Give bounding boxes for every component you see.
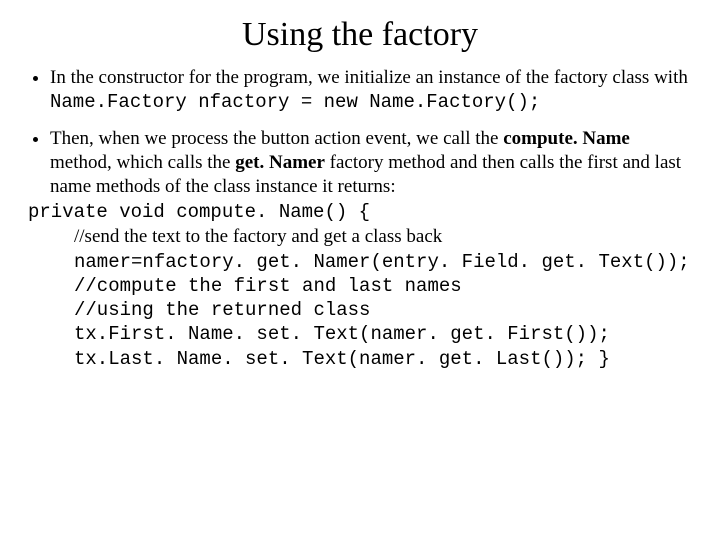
- slide: Using the factory In the constructor for…: [0, 0, 720, 371]
- code-line-1: private void compute. Name() {: [28, 200, 692, 226]
- bullet-1-text: In the constructor for the program, we i…: [50, 67, 688, 88]
- code-line-3: //compute the first and last names: [74, 274, 692, 298]
- bullet-2-b: compute. Name: [503, 128, 630, 149]
- bullet-2-a: Then, when we process the button action …: [50, 128, 503, 149]
- bullet-2-c: method, which calls the: [50, 152, 235, 173]
- bullet-list: In the constructor for the program, we i…: [28, 66, 692, 371]
- code-line-6: tx.Last. Name. set. Text(namer. get. Las…: [74, 347, 692, 371]
- code-line-4: //using the returned class: [74, 298, 692, 322]
- comment-line-1: //send the text to the factory and get a…: [74, 225, 692, 249]
- bullet-2: Then, when we process the button action …: [50, 127, 692, 371]
- code-line-5: tx.First. Name. set. Text(namer. get. Fi…: [74, 322, 692, 346]
- bullet-1: In the constructor for the program, we i…: [50, 66, 692, 115]
- code-line-2: namer=nfactory. get. Namer(entry. Field.…: [74, 250, 692, 274]
- bullet-2-d: get. Namer: [235, 152, 325, 173]
- slide-title: Using the factory: [28, 16, 692, 54]
- bullet-1-code: Name.Factory nfactory = new Name.Factory…: [50, 91, 540, 113]
